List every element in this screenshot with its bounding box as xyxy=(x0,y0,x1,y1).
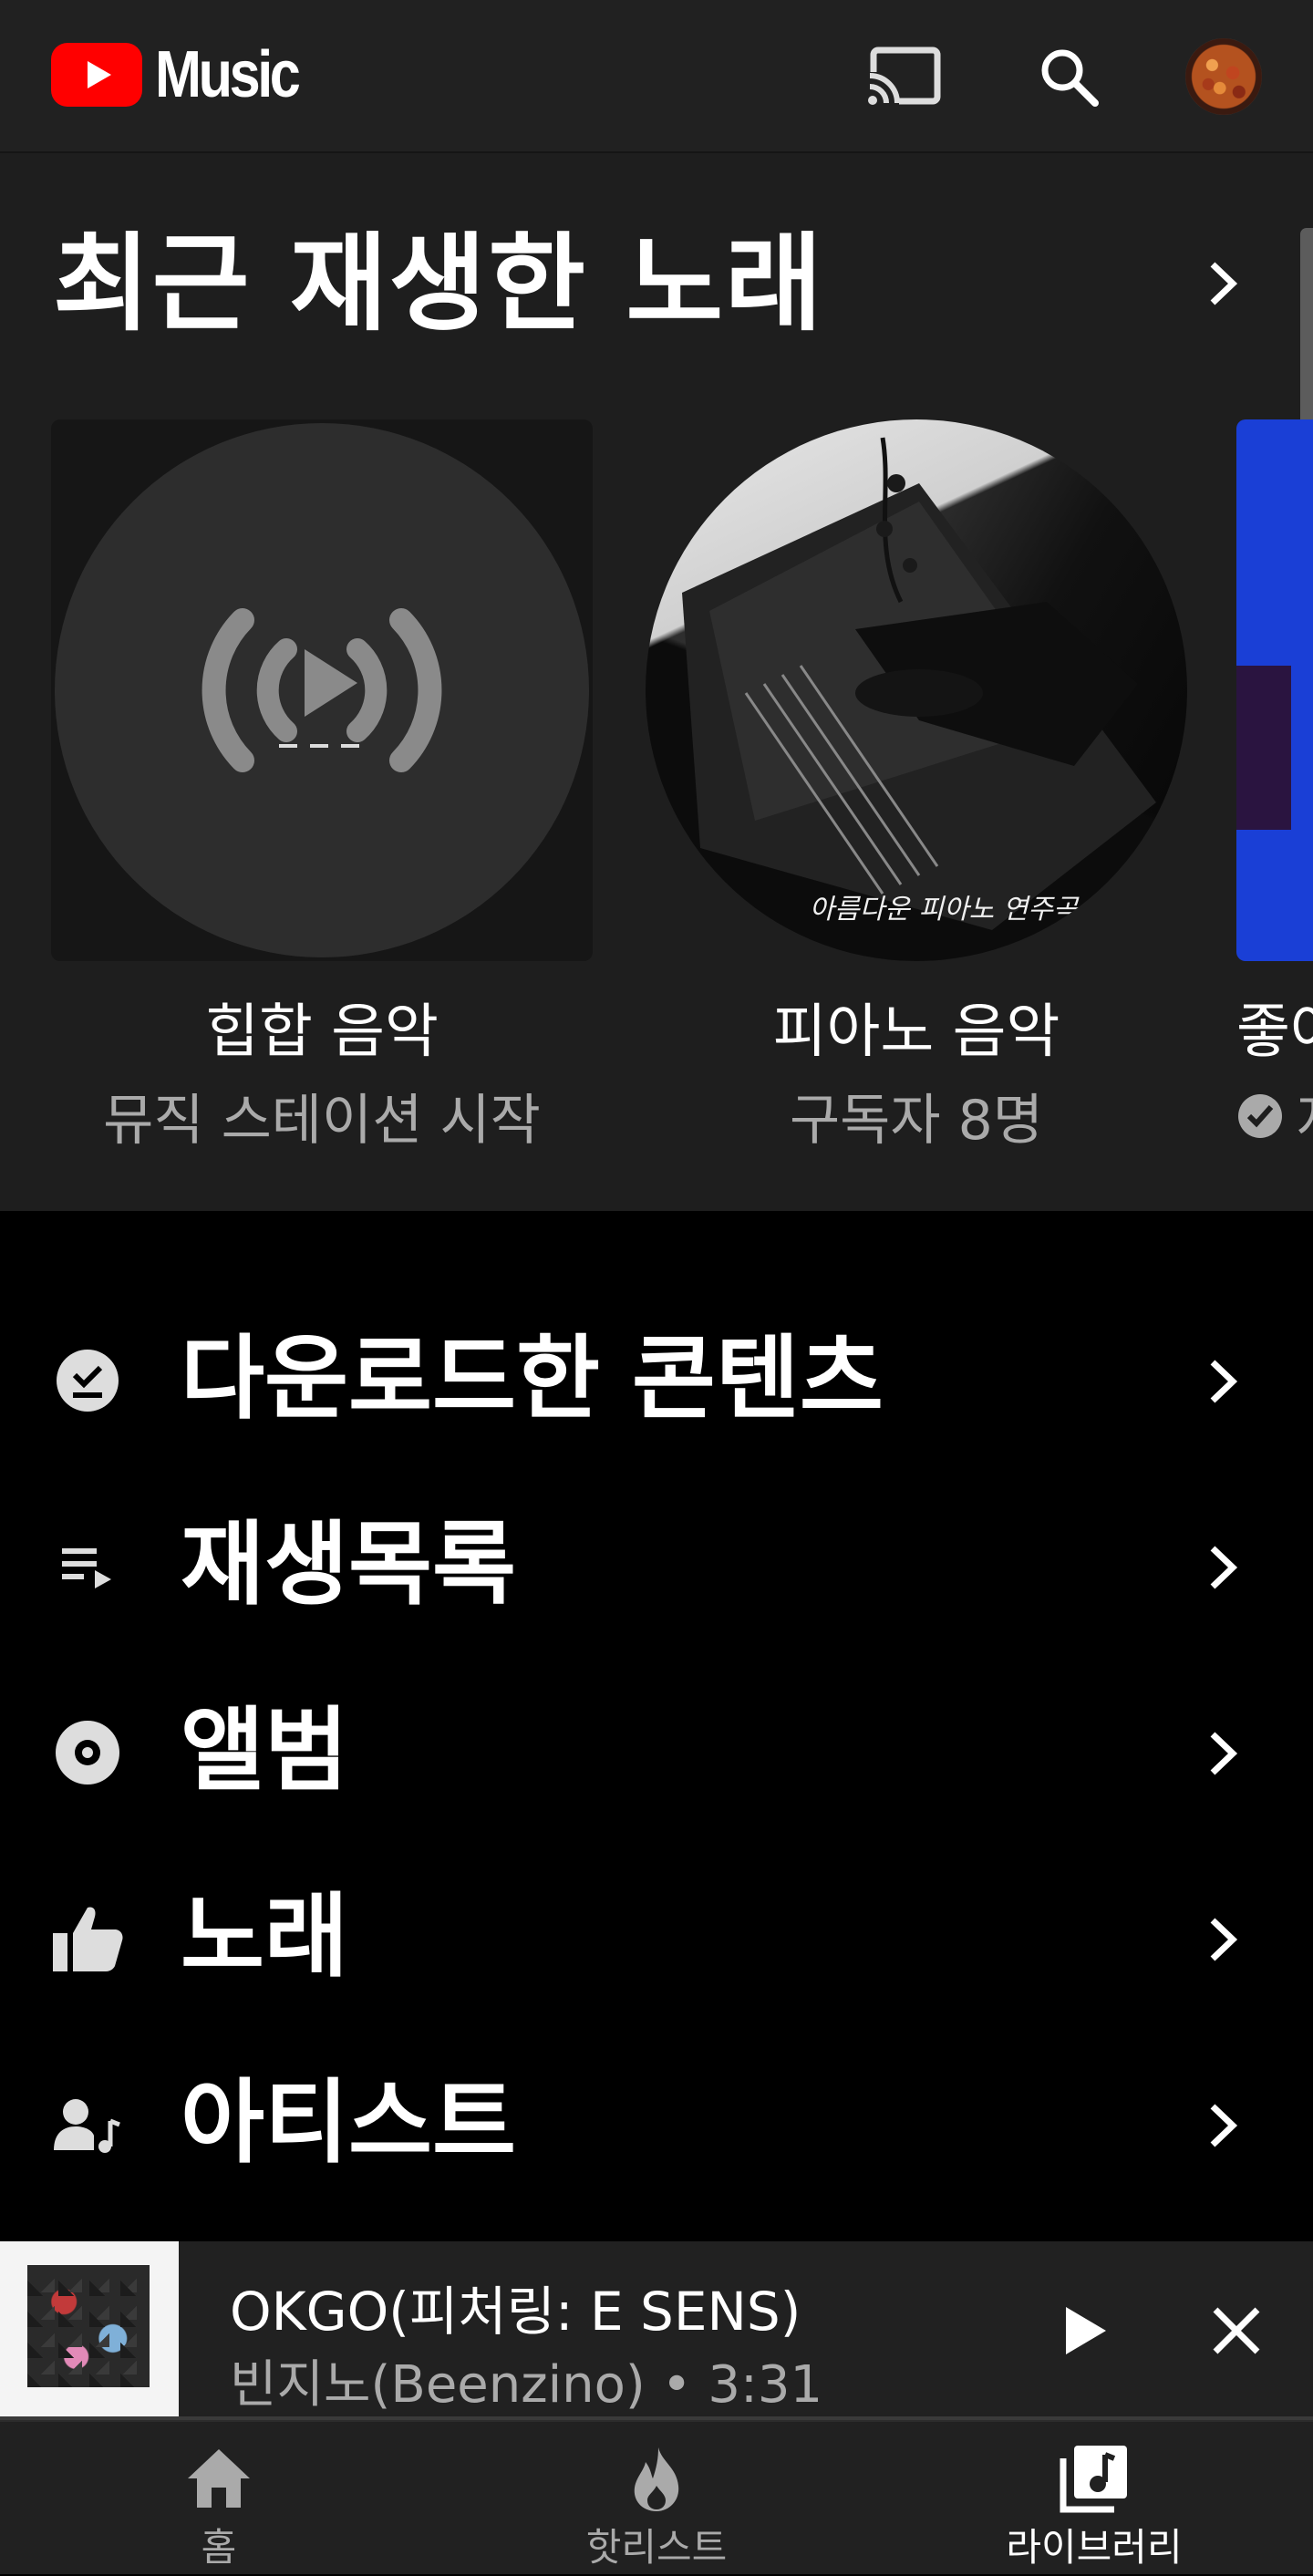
library-item-label: 아티스트 xyxy=(181,2069,516,2176)
recent-card-piano[interactable]: 아름다운 피아노 연주곡 피아노 음악 구독자 8명 xyxy=(646,419,1187,1155)
library-item-label: 다운로드한 콘텐츠 xyxy=(181,1325,884,1432)
logo-wordmark: Music xyxy=(155,38,301,111)
download-check-icon xyxy=(1238,1093,1282,1138)
card-title: 피아노 음악 xyxy=(772,998,1060,1066)
card-subtitle: 구독자 8명 xyxy=(789,1089,1044,1153)
now-playing-artwork xyxy=(0,2241,179,2420)
card-subtitle: 자 xyxy=(1236,1076,1313,1155)
radio-station-icon xyxy=(202,608,442,772)
chevron-right-icon xyxy=(1210,1360,1238,1403)
nav-tab-hotlist[interactable]: 핫리스트 xyxy=(438,2422,875,2576)
library-item-label: 앨범 xyxy=(181,1697,348,1804)
chevron-right-icon xyxy=(1210,1918,1238,1961)
card-thumbnail: 아름다운 피아노 연주곡 xyxy=(646,419,1187,961)
nav-label: 홈 xyxy=(201,2525,237,2570)
chevron-right-icon[interactable] xyxy=(1202,255,1244,312)
nav-label: 라이브러리 xyxy=(1006,2525,1183,2570)
recent-played-section: 최근 재생한 노래 힙합 음악 뮤직 스테이션 시작 아름다운 피아노 연주곡 … xyxy=(0,153,1313,1211)
search-button[interactable] xyxy=(1027,35,1111,119)
library-item-artists[interactable]: 아티스트 xyxy=(0,2032,1313,2218)
library-item-downloads[interactable]: 다운로드한 콘텐츠 xyxy=(0,1288,1313,1474)
chevron-right-icon xyxy=(1210,1546,1238,1589)
chevron-right-icon xyxy=(1210,1732,1238,1775)
top-app-bar: Music xyxy=(0,0,1313,153)
library-item-label: 재생목록 xyxy=(181,1511,516,1618)
chevron-right-icon xyxy=(1210,2104,1238,2147)
mini-player[interactable]: OKGO(피처링: E SENS) 빈지노(Beenzino) • 3:31 xyxy=(0,2241,1313,2420)
section-title: 최근 재생한 노래 xyxy=(53,222,824,346)
bottom-navigation: 홈 핫리스트 라이브러리 xyxy=(0,2420,1313,2574)
close-icon xyxy=(1213,2307,1260,2354)
download-check-icon xyxy=(57,1350,119,1412)
album-icon xyxy=(56,1721,119,1785)
account-avatar[interactable] xyxy=(1185,38,1262,115)
card-title: 좋아 xyxy=(1236,998,1313,1066)
cast-icon xyxy=(866,47,941,109)
library-item-label: 노래 xyxy=(181,1883,348,1990)
piano-photo xyxy=(682,437,1156,930)
thumbnail-caption: 아름다운 피아노 연주곡 xyxy=(809,894,1079,926)
search-icon xyxy=(1041,49,1099,107)
playlist-icon xyxy=(62,1548,111,1588)
library-item-playlists[interactable]: 재생목록 xyxy=(0,1474,1313,1660)
flame-icon xyxy=(634,2447,679,2511)
now-playing-subtitle: 빈지노(Beenzino) • 3:31 xyxy=(230,2355,823,2415)
youtube-music-logo[interactable]: Music xyxy=(51,42,323,108)
play-icon xyxy=(1066,2307,1106,2354)
library-icon xyxy=(1060,2446,1127,2513)
youtube-logo-icon xyxy=(51,43,142,107)
recent-card-liked[interactable]: 좋아 자 xyxy=(1236,419,1313,1155)
card-thumbnail xyxy=(51,419,593,961)
card-title: 힙합 음악 xyxy=(205,998,439,1066)
nav-tab-library[interactable]: 라이브러리 xyxy=(875,2422,1313,2576)
now-playing-title: OKGO(피처링: E SENS) xyxy=(230,2281,801,2343)
play-button[interactable] xyxy=(1041,2287,1129,2374)
cast-button[interactable] xyxy=(863,35,946,119)
thumbs-up-icon xyxy=(53,1907,123,1971)
home-icon xyxy=(188,2449,250,2508)
card-subtitle: 뮤직 스테이션 시작 xyxy=(103,1089,541,1153)
library-item-songs[interactable]: 노래 xyxy=(0,1846,1313,2032)
close-player-button[interactable] xyxy=(1193,2287,1280,2374)
artist-icon xyxy=(54,2099,120,2153)
nav-tab-home[interactable]: 홈 xyxy=(0,2422,438,2576)
recent-card-hiphop[interactable]: 힙합 음악 뮤직 스테이션 시작 xyxy=(51,419,593,1155)
library-item-albums[interactable]: 앨범 xyxy=(0,1660,1313,1846)
card-thumbnail xyxy=(1236,419,1313,961)
nav-label: 핫리스트 xyxy=(585,2525,728,2570)
